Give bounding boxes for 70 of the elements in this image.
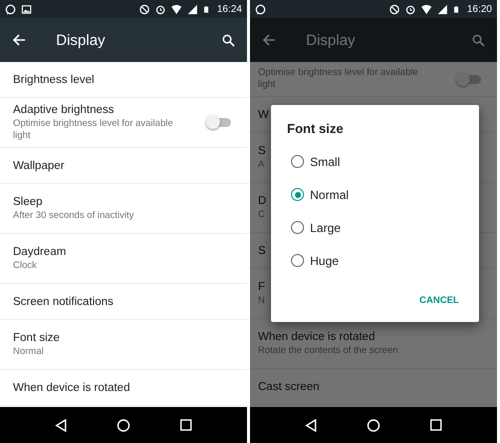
row-title: Font size bbox=[13, 332, 60, 344]
row-title: D bbox=[258, 194, 266, 206]
settings-row[interactable]: Wallpaper bbox=[0, 148, 247, 184]
option-label[interactable]: Normal bbox=[310, 188, 349, 202]
settings-row[interactable]: Sleep After 30 seconds of inactivity bbox=[0, 184, 247, 234]
row-subtitle: C bbox=[258, 208, 265, 220]
row-title: Daydream bbox=[13, 246, 66, 258]
radio-button[interactable] bbox=[291, 188, 304, 201]
toolbar-title: Display bbox=[306, 32, 356, 48]
row-subtitle: N bbox=[258, 294, 265, 306]
back-icon[interactable] bbox=[55, 418, 67, 432]
settings-row[interactable]: Brightness level bbox=[0, 62, 247, 98]
row-subtitle: After 30 seconds of inactivity bbox=[13, 210, 134, 222]
cancel-button[interactable]: CANCEL bbox=[415, 291, 463, 310]
row-title: F bbox=[258, 280, 266, 292]
toolbar-title: Display bbox=[56, 32, 106, 48]
alarm-icon bbox=[154, 4, 166, 14]
settings-row[interactable]: Daydream Clock bbox=[0, 234, 247, 284]
toggle-switch[interactable] bbox=[459, 74, 481, 84]
row-title: S bbox=[258, 144, 266, 156]
do-not-disturb-icon bbox=[388, 4, 400, 14]
status-time: 16:24 bbox=[216, 4, 242, 14]
radio-button[interactable] bbox=[291, 221, 304, 234]
row-title: Screen notifications bbox=[13, 296, 114, 308]
recents-icon[interactable] bbox=[180, 419, 192, 431]
alarm-icon bbox=[404, 4, 416, 14]
settings-row[interactable]: When device is rotated bbox=[0, 370, 247, 406]
signal-icon bbox=[186, 4, 198, 14]
chat-bubble-icon bbox=[5, 4, 16, 14]
row-subtitle: Optimise brightness level for available light bbox=[13, 118, 174, 142]
option-label[interactable]: Small bbox=[310, 154, 340, 168]
row-subtitle: Clock bbox=[13, 260, 37, 272]
settings-row[interactable]: Screen notifications bbox=[0, 284, 247, 320]
image-icon bbox=[21, 4, 32, 14]
row-title: W bbox=[258, 108, 269, 120]
settings-row[interactable]: Font size Normal bbox=[0, 320, 247, 370]
row-title: When device is rotated bbox=[258, 330, 375, 342]
row-subtitle: A bbox=[258, 158, 264, 170]
row-subtitle: Rotate the contents of the screen bbox=[258, 344, 398, 356]
row-subtitle: Normal bbox=[13, 346, 44, 358]
signal-icon bbox=[436, 4, 448, 14]
home-icon[interactable] bbox=[117, 418, 130, 432]
row-subtitle: Optimise brightness level for available light bbox=[258, 67, 419, 91]
row-title: Sleep bbox=[13, 196, 42, 208]
option-label[interactable]: Huge bbox=[310, 254, 339, 268]
toggle-switch[interactable] bbox=[209, 118, 231, 127]
row-title: Adaptive brightness bbox=[13, 104, 114, 116]
row-title: Wallpaper bbox=[13, 160, 64, 172]
option-label[interactable]: Large bbox=[310, 220, 341, 234]
home-icon[interactable] bbox=[367, 418, 380, 432]
wifi-icon bbox=[420, 4, 432, 14]
row-title: When device is rotated bbox=[13, 382, 130, 394]
wifi-icon bbox=[170, 4, 182, 14]
row-title: S bbox=[258, 244, 266, 256]
search-icon[interactable] bbox=[222, 34, 235, 46]
settings-row[interactable]: Cast screen bbox=[250, 369, 497, 405]
back-icon[interactable] bbox=[305, 418, 317, 432]
recents-icon[interactable] bbox=[430, 419, 442, 431]
radio-button[interactable] bbox=[291, 254, 304, 267]
back-arrow-icon[interactable] bbox=[12, 33, 26, 47]
row-title: Cast screen bbox=[258, 380, 320, 392]
dialog-title: Font size bbox=[287, 121, 344, 136]
status-time: 16:20 bbox=[466, 4, 492, 14]
battery-icon bbox=[202, 4, 210, 14]
settings-row[interactable]: Adaptive brightness Optimise brightness level for available light bbox=[0, 98, 247, 148]
do-not-disturb-icon bbox=[138, 4, 150, 14]
radio-button[interactable] bbox=[291, 155, 304, 168]
chat-bubble-icon bbox=[255, 4, 266, 14]
row-title: Brightness level bbox=[13, 74, 94, 86]
battery-icon bbox=[452, 4, 460, 14]
